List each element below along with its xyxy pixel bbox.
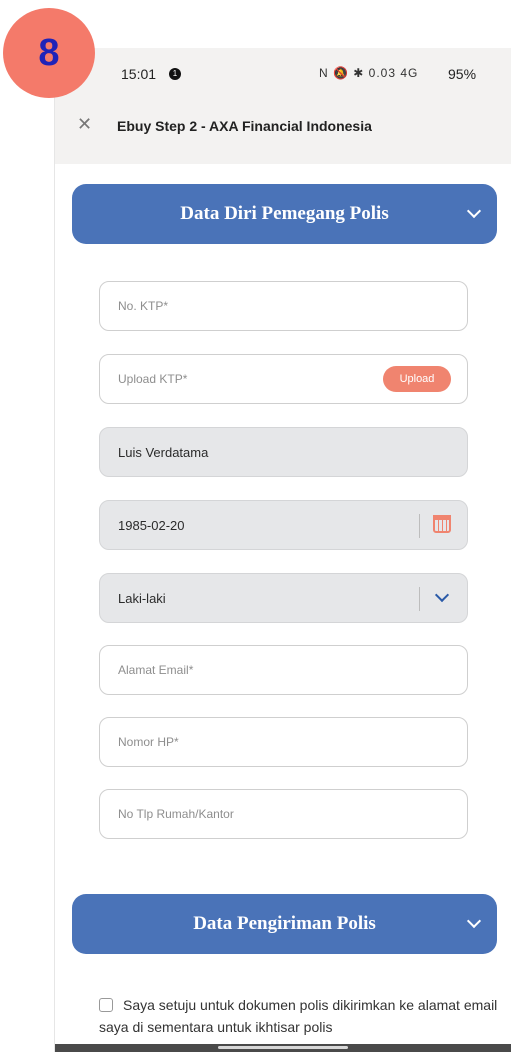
- chevron-down-icon: [466, 913, 482, 929]
- navigation-bar: [55, 1044, 511, 1052]
- field-divider: [419, 587, 420, 611]
- notification-icon: 1: [169, 68, 181, 80]
- name-field: Luis Verdatama: [99, 427, 468, 477]
- section-header-data-pengiriman[interactable]: Data Pengiriman Polis: [72, 894, 497, 954]
- consent-checkbox-row[interactable]: Saya setuju untuk dokumen polis dikirimk…: [99, 994, 499, 1038]
- upload-ktp-field[interactable]: Upload KTP* Upload: [99, 354, 468, 404]
- ktp-placeholder: No. KTP*: [118, 299, 169, 313]
- home-indicator[interactable]: [218, 1046, 348, 1049]
- birthdate-field[interactable]: 1985-02-20: [99, 500, 468, 550]
- top-bar: 15:01 1 N 🔕 ✱ 0.03 4G 95% ✕ Ebuy Step 2 …: [55, 48, 511, 164]
- name-value: Luis Verdatama: [118, 444, 209, 460]
- home-phone-placeholder: No Tlp Rumah/Kantor: [118, 807, 234, 821]
- upload-placeholder: Upload KTP*: [118, 372, 188, 386]
- calendar-icon[interactable]: [433, 515, 451, 533]
- home-phone-field[interactable]: No Tlp Rumah/Kantor: [99, 789, 468, 839]
- consent-text: Saya setuju untuk dokumen polis dikirimk…: [99, 997, 498, 1035]
- section-title: Data Diri Pemegang Polis: [180, 203, 389, 224]
- section-title: Data Pengiriman Polis: [193, 913, 376, 934]
- gender-value: Laki-laki: [118, 590, 166, 606]
- status-time: 15:01: [121, 66, 157, 82]
- page-title: Ebuy Step 2 - AXA Financial Indonesia: [117, 118, 372, 134]
- battery-level: 95%: [448, 66, 477, 82]
- close-icon[interactable]: ✕: [77, 114, 92, 135]
- step-number-badge: 8: [3, 8, 95, 98]
- chevron-down-icon[interactable]: [434, 587, 450, 603]
- phone-screen: 15:01 1 N 🔕 ✱ 0.03 4G 95% ✕ Ebuy Step 2 …: [55, 48, 511, 1052]
- section-header-data-diri[interactable]: Data Diri Pemegang Polis: [72, 184, 497, 244]
- consent-checkbox[interactable]: [99, 998, 113, 1012]
- ktp-number-field[interactable]: No. KTP*: [99, 281, 468, 331]
- field-divider: [419, 514, 420, 538]
- status-icons: N 🔕 ✱ 0.03 4G: [319, 66, 419, 80]
- chevron-down-icon: [466, 203, 482, 219]
- birthdate-value: 1985-02-20: [118, 517, 185, 533]
- phone-placeholder: Nomor HP*: [118, 735, 179, 749]
- phone-field[interactable]: Nomor HP*: [99, 717, 468, 767]
- upload-button[interactable]: Upload: [383, 366, 451, 392]
- gender-select[interactable]: Laki-laki: [99, 573, 468, 623]
- email-field[interactable]: Alamat Email*: [99, 645, 468, 695]
- email-placeholder: Alamat Email*: [118, 663, 194, 677]
